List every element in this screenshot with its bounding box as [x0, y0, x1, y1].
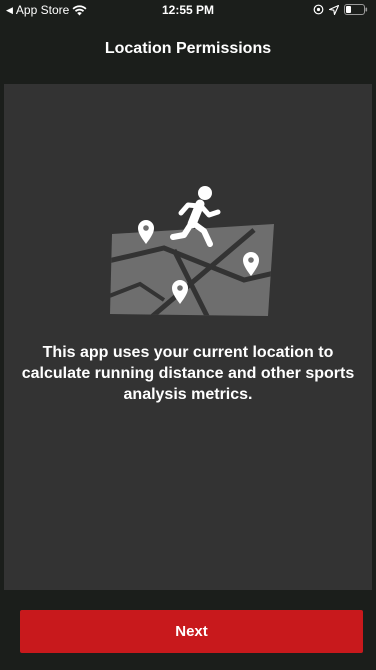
nav-bar: Location Permissions	[0, 20, 376, 84]
location-permissions-screen: ◀ App Store 12:55 PM Location Permission…	[0, 0, 376, 670]
orientation-lock-icon	[313, 4, 324, 15]
status-bar: ◀ App Store 12:55 PM	[0, 0, 376, 20]
page-title: Location Permissions	[104, 40, 272, 57]
location-arrow-icon	[329, 4, 339, 15]
permission-content: This app uses your current location to c…	[4, 84, 372, 590]
runner-on-map-icon	[104, 180, 274, 320]
battery-icon	[344, 4, 368, 15]
location-usage-message: This app uses your current location to c…	[21, 344, 355, 403]
status-right-icons	[313, 4, 368, 15]
next-button[interactable]: Next	[20, 610, 363, 653]
